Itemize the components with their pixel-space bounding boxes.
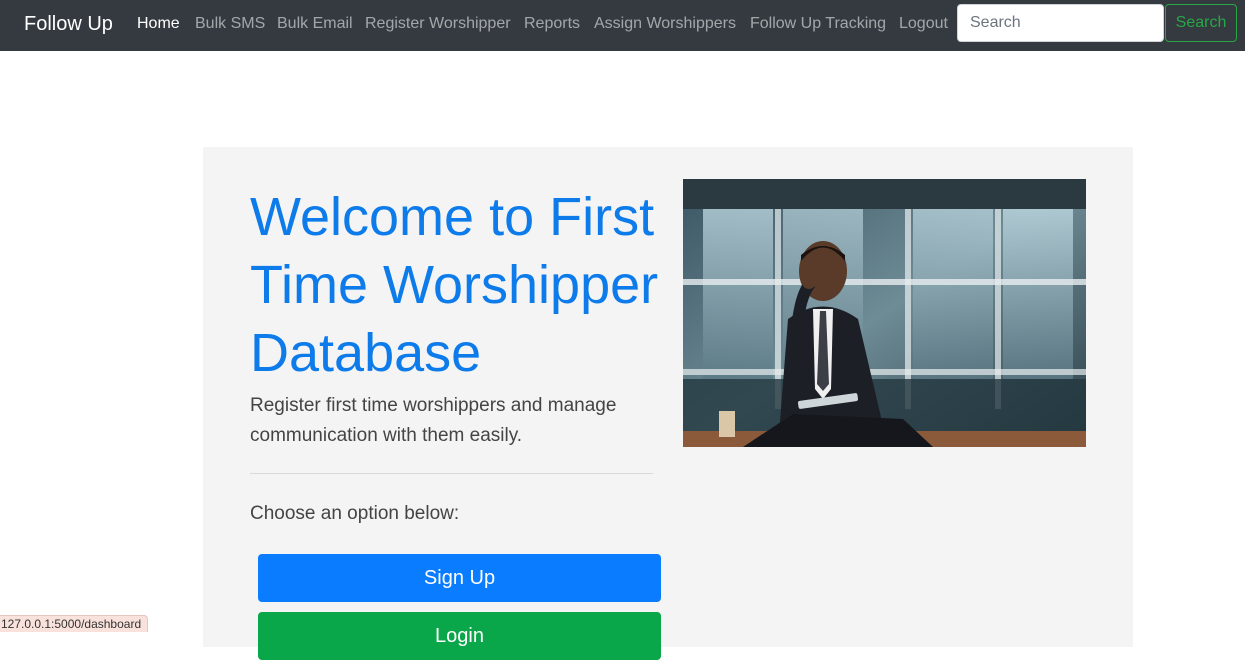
search-button[interactable]: Search — [1165, 4, 1237, 42]
nav-follow-up-tracking[interactable]: Follow Up Tracking — [750, 14, 886, 34]
hero-title: Welcome to First Time Worshipper Databas… — [250, 187, 659, 383]
hero-lead-text: Register first time worshippers and mana… — [250, 395, 617, 446]
top-navbar: Follow Up Home Bulk SMS Bulk Email Regis… — [0, 0, 1245, 51]
nav-register-worshipper[interactable]: Register Worshipper — [365, 14, 511, 34]
login-button[interactable]: Login — [258, 612, 661, 660]
choose-option-text: Choose an option below: — [250, 503, 460, 524]
status-bar-url: 127.0.0.1:5000/dashboard — [0, 615, 149, 632]
nav-reports[interactable]: Reports — [524, 14, 580, 34]
divider — [250, 473, 653, 474]
sign-up-button[interactable]: Sign Up — [258, 554, 661, 602]
nav-bulk-email[interactable]: Bulk Email — [277, 14, 353, 34]
search-input[interactable] — [957, 4, 1164, 42]
brand-link[interactable]: Follow Up — [24, 11, 113, 37]
hero-jumbotron: Welcome to First Time Worshipper Databas… — [203, 147, 1133, 660]
nav-bulk-sms[interactable]: Bulk SMS — [195, 14, 265, 34]
nav-home[interactable]: Home — [137, 14, 180, 34]
hero-photo — [683, 179, 1086, 447]
nav-logout[interactable]: Logout — [899, 14, 948, 34]
nav-assign-worshippers[interactable]: Assign Worshippers — [594, 14, 736, 34]
